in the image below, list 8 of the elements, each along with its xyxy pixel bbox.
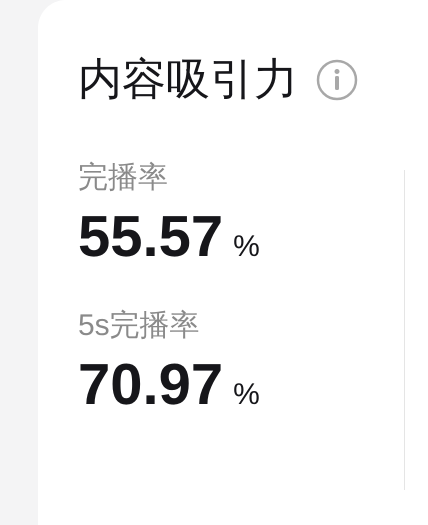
metric-value: 70.97 <box>78 352 224 418</box>
metric-label: 5s完播率 <box>78 308 200 344</box>
info-icon[interactable] <box>316 59 358 101</box>
metric-unit: % <box>233 229 260 265</box>
metric-unit: % <box>233 377 260 413</box>
metric-label: 完播率 <box>78 160 168 196</box>
card-title: 内容吸引力 <box>78 54 298 106</box>
metric-value: 55.57 <box>78 204 224 270</box>
